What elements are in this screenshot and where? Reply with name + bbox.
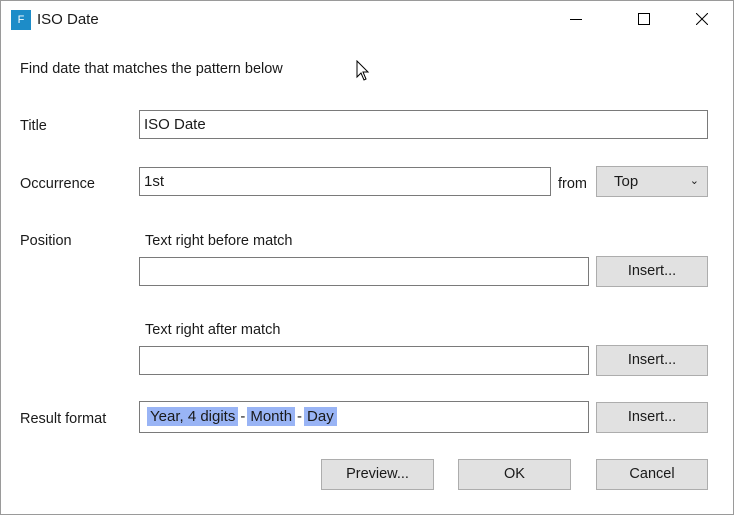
insert-before-button[interactable]: Insert...: [596, 256, 708, 287]
maximize-icon: [638, 13, 650, 25]
form-heading: Find date that matches the pattern below: [20, 61, 283, 77]
after-field[interactable]: [139, 346, 589, 375]
after-label: Text right after match: [145, 322, 281, 338]
token-separator: -: [297, 408, 303, 425]
window-title: ISO Date: [37, 11, 99, 28]
position-label: Position: [20, 233, 72, 249]
close-button[interactable]: [679, 1, 725, 38]
occurrence-label: Occurrence: [20, 176, 95, 192]
mouse-cursor-icon: [356, 60, 370, 81]
result-format-field[interactable]: Year, 4 digits - Month - Day: [139, 401, 589, 433]
title-label: Title: [20, 118, 47, 134]
result-format-label: Result format: [20, 411, 107, 427]
title-bar[interactable]: F ISO Date: [1, 1, 733, 38]
before-field[interactable]: [139, 257, 589, 286]
occurrence-field[interactable]: 1st: [139, 167, 551, 196]
token-month[interactable]: Month: [247, 407, 296, 426]
token-separator: -: [240, 408, 246, 425]
cancel-button[interactable]: Cancel: [596, 459, 708, 490]
preview-button[interactable]: Preview...: [321, 459, 434, 490]
insert-after-button[interactable]: Insert...: [596, 345, 708, 376]
from-select-value: Top: [614, 173, 639, 190]
minimize-icon: [570, 19, 582, 20]
from-label: from: [558, 176, 587, 192]
before-label: Text right before match: [145, 233, 293, 249]
token-year[interactable]: Year, 4 digits: [147, 407, 239, 426]
minimize-button[interactable]: [553, 1, 599, 38]
token-day[interactable]: Day: [304, 407, 337, 426]
title-field[interactable]: ISO Date: [139, 110, 708, 139]
dialog-window: F ISO Date Find date that matches the pa…: [0, 0, 734, 515]
ok-button[interactable]: OK: [458, 459, 571, 490]
chevron-down-icon: ⌄: [689, 175, 699, 187]
close-icon: [696, 13, 708, 25]
insert-result-button[interactable]: Insert...: [596, 402, 708, 433]
from-select[interactable]: Top ⌄: [596, 166, 708, 197]
maximize-button[interactable]: [621, 1, 667, 38]
app-icon: F: [11, 10, 31, 30]
